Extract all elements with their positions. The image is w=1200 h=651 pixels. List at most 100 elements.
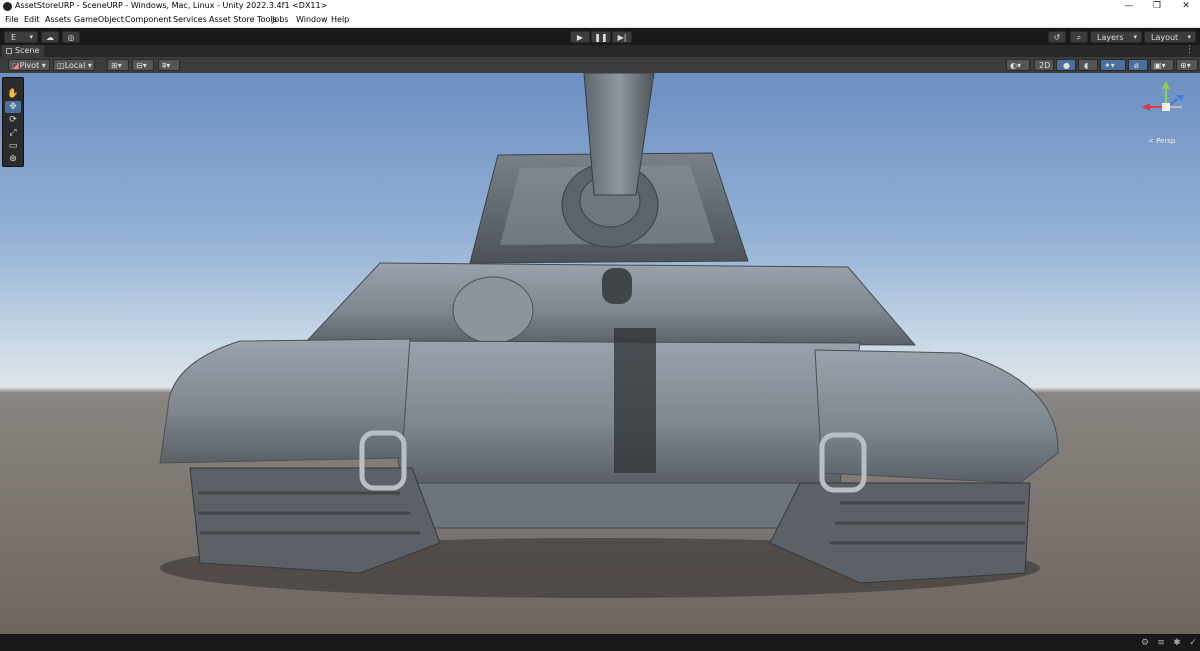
rotate-tool-button[interactable]: ⟳ [5, 114, 21, 126]
scale-tool-button[interactable]: ⤢ [5, 127, 21, 139]
title-bar: AssetStoreURP - SceneURP - Windows, Mac,… [0, 0, 1200, 13]
bake-lighting-icon[interactable]: ⚙ [1140, 638, 1150, 648]
move-tool-button[interactable]: ✥ [5, 101, 21, 113]
scene-tab-bar: Scene ⋮ [0, 45, 1200, 57]
scene-visibility-toggle[interactable]: ø [1128, 59, 1148, 71]
menu-jobs[interactable]: Jobs [272, 15, 289, 24]
menu-gameobject[interactable]: GameObject [74, 15, 124, 24]
pause-icon: ❚❚ [594, 33, 608, 42]
scene-toolbar: ◪Pivot ▾ ◫Local ▾ ⊞▾ ⊟▾ ⩩▾ ◐▾ 2D ● ◖ ✦▾ … [0, 57, 1200, 74]
left-fender [159, 338, 411, 464]
hull-dome [452, 276, 534, 344]
layers-dropdown[interactable]: Layers ▾ [1090, 31, 1142, 43]
ruler-icon: ⩩ [162, 61, 167, 70]
menu-window[interactable]: Window [296, 15, 328, 24]
window-title: AssetStoreURP - SceneURP - Windows, Mac,… [15, 1, 328, 10]
minimize-button[interactable]: — [1115, 0, 1143, 13]
status-check-icon[interactable]: ✓ [1188, 638, 1198, 648]
eye-slash-icon: ø [1134, 61, 1139, 70]
hand-tool-button[interactable]: ✋ [5, 88, 21, 100]
move-arrows-icon: ✥ [9, 102, 17, 112]
audio-icon: ◖ [1084, 61, 1089, 70]
grid-snap-dropdown[interactable]: ⊞▾ [107, 59, 129, 71]
mode-2d-toggle[interactable]: 2D [1034, 59, 1054, 71]
play-icon: ▶ [576, 33, 584, 42]
gizmos-dropdown[interactable]: ⊕▾ [1176, 59, 1198, 71]
audio-toggle[interactable]: ◖ [1078, 59, 1098, 71]
step-button[interactable]: ▶| [612, 31, 632, 43]
menu-assets[interactable]: Assets [45, 15, 71, 24]
cloud-icon: ☁ [46, 33, 54, 42]
scene-viewport[interactable]: ✋ ✥ ⟳ ⤢ ▭ ⊛ < Persp [0, 73, 1200, 634]
menu-component[interactable]: Component [125, 15, 171, 24]
local-dropdown[interactable]: ◫Local ▾ [53, 59, 95, 71]
rect-tool-button[interactable]: ▭ [5, 140, 21, 152]
periscope-shadow [614, 328, 656, 473]
transform-tool-button[interactable]: ⊛ [5, 153, 21, 165]
unity-logo-icon [3, 2, 12, 11]
menu-file[interactable]: File [5, 15, 18, 24]
snap-increment-dropdown[interactable]: ⊟▾ [132, 59, 154, 71]
tab-menu-icon[interactable]: ⋮ [1185, 45, 1194, 55]
scene-grid-icon [6, 48, 12, 54]
tab-scene-label: Scene [15, 46, 40, 55]
gizmo-view-label[interactable]: < Persp [1148, 137, 1175, 145]
shading-sphere-icon: ◐ [1010, 61, 1017, 70]
pivot-icon: ◪ [12, 61, 20, 70]
menu-edit[interactable]: Edit [24, 15, 40, 24]
play-button[interactable]: ▶ [570, 31, 590, 43]
gizmos-icon: ⊕ [1180, 61, 1187, 70]
pause-button[interactable]: ❚❚ [591, 31, 611, 43]
rect-icon: ▭ [8, 141, 18, 151]
camera-icon: ▣ [1154, 61, 1162, 70]
menu-help[interactable]: Help [331, 15, 349, 24]
local-label: Local [64, 61, 86, 70]
search-icon: ⌕ [1076, 33, 1082, 42]
menu-services[interactable]: Services [173, 15, 207, 24]
main-toolbar: E ▾ ☁ ◎ ▶ ❚❚ ▶| ↺ ⌕ Layers ▾ Layout ▾ [0, 28, 1200, 45]
rotate-icon: ⟳ [9, 115, 17, 125]
menu-asset-store-tools[interactable]: Asset Store Tools [209, 15, 277, 24]
cache-server-icon[interactable]: ≡ [1156, 638, 1166, 648]
status-bar: ⚙ ≡ ✱ ✓ [0, 634, 1200, 651]
layers-label: Layers [1097, 33, 1124, 42]
hull-lower-plate [401, 482, 841, 529]
cloud-button[interactable]: ☁ [41, 31, 59, 43]
snap-icon: ⊟ [136, 61, 143, 70]
local-icon: ◫ [57, 61, 65, 70]
account-dropdown[interactable]: E ▾ [4, 31, 38, 43]
pivot-dropdown[interactable]: ◪Pivot ▾ [8, 59, 50, 71]
account-label: E [11, 33, 17, 42]
orientation-gizmo[interactable]: < Persp [1138, 79, 1194, 149]
periscope [602, 268, 632, 304]
menu-bar: File Edit Assets GameObject Component Se… [0, 13, 1200, 28]
history-icon: ↺ [1053, 33, 1061, 42]
tab-scene[interactable]: Scene [2, 45, 44, 57]
scale-icon: ⤢ [9, 128, 17, 138]
restore-button[interactable]: ❐ [1143, 0, 1171, 13]
close-button[interactable]: ✕ [1172, 0, 1200, 13]
pivot-label: Pivot [19, 61, 40, 70]
camera-dropdown[interactable]: ▣▾ [1150, 59, 1174, 71]
collab-button[interactable]: ◎ [62, 31, 80, 43]
mode-2d-label: 2D [1039, 61, 1051, 70]
tool-palette: ✋ ✥ ⟳ ⤢ ▭ ⊛ [2, 77, 24, 167]
effects-icon: ✦ [1104, 61, 1111, 70]
right-fender [814, 349, 1059, 484]
transform-icon: ⊛ [9, 154, 17, 164]
layout-dropdown[interactable]: Layout ▾ [1144, 31, 1196, 43]
search-button[interactable]: ⌕ [1070, 31, 1088, 43]
tank-model[interactable] [0, 73, 1200, 634]
lighting-toggle[interactable]: ● [1056, 59, 1076, 71]
undo-history-button[interactable]: ↺ [1048, 31, 1066, 43]
debug-mode-icon[interactable]: ✱ [1172, 638, 1182, 648]
collab-icon: ◎ [67, 33, 75, 42]
layout-label: Layout [1151, 33, 1179, 42]
step-icon: ▶| [617, 33, 627, 42]
lightbulb-icon: ● [1063, 61, 1070, 70]
effects-dropdown[interactable]: ✦▾ [1100, 59, 1126, 71]
draw-mode-dropdown[interactable]: ◐▾ [1006, 59, 1030, 71]
grid-icon: ⊞ [111, 61, 118, 70]
axis-gizmo-icon [1142, 81, 1184, 111]
increment-snap-dropdown[interactable]: ⩩▾ [158, 59, 180, 71]
